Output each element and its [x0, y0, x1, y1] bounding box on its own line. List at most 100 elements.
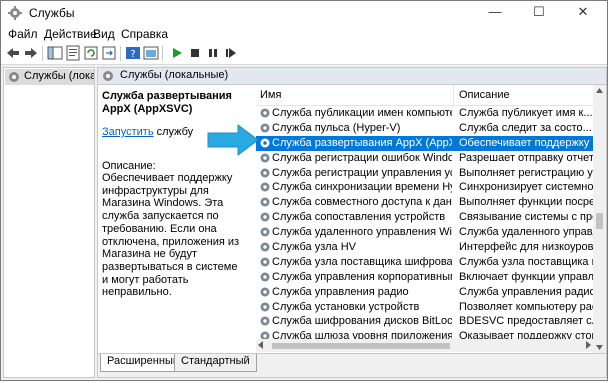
table-row[interactable]: Служба совместного доступа к данным Выпол… — [256, 195, 593, 210]
table-row[interactable]: Служба установки устройств Позволяет комп… — [256, 300, 593, 315]
table-row[interactable]: Служба управления корпоративными пр... Вк… — [256, 270, 593, 285]
service-name: Служба установки устройств — [272, 300, 420, 313]
toolbar-separator — [162, 46, 163, 61]
gear-icon — [260, 153, 270, 163]
service-name: Служба управления радио — [272, 285, 409, 298]
table-row[interactable]: Служба удаленного управления Windows... С… — [256, 225, 593, 240]
table-row[interactable]: Служба пульса (Hyper-V) Служба следит за … — [256, 121, 593, 136]
service-description: Обеспечивает поддержку ин... — [459, 136, 593, 149]
mmc-icon[interactable] — [143, 45, 159, 61]
scroll-left-icon[interactable] — [258, 341, 263, 349]
menu-help[interactable]: Справка — [121, 27, 168, 41]
service-description: Выполняет регистрацию ус... — [459, 166, 593, 179]
service-name: Служба развертывания AppX (AppXSVC) — [272, 136, 452, 149]
column-description-header[interactable]: Описание — [459, 89, 510, 101]
table-row[interactable]: Служба управления радио Служба управления… — [256, 285, 593, 300]
menu-view[interactable]: Вид — [93, 27, 115, 41]
restart-icon[interactable] — [223, 45, 239, 61]
table-row[interactable]: Служба регистрации управления устрой... В… — [256, 166, 593, 181]
service-name: Служба удаленного управления Windows... — [272, 226, 452, 239]
horizontal-scroll-thumb[interactable] — [272, 343, 450, 349]
service-description: Разрешает отправку отчето... — [459, 151, 593, 164]
table-row[interactable]: Служба узла HV Интерфейс для низкоуровн..… — [256, 240, 593, 255]
service-title: Служба развертывания AppX (AppXSVC) — [102, 90, 232, 115]
menu-action[interactable]: Действие — [44, 27, 97, 41]
gear-icon — [260, 138, 270, 148]
tab-standard[interactable]: Стандартный — [174, 354, 257, 372]
service-description: Служба удаленного управл... — [459, 226, 593, 239]
service-description: Синхронизирует системно... — [459, 181, 593, 194]
services-window: Службы — ☐ ✕ Файл Действие Вид Справка ?… — [0, 0, 608, 381]
gear-icon — [260, 168, 270, 178]
menu-file[interactable]: Файл — [8, 27, 38, 41]
service-name: Служба регистрации ошибок Windows — [272, 151, 452, 164]
scroll-right-icon[interactable] — [586, 341, 591, 349]
description-caption: Описание: — [102, 160, 156, 172]
pause-icon[interactable] — [205, 45, 221, 61]
service-description: Позволяет компьютеру рас... — [459, 300, 593, 313]
service-name: Служба совместного доступа к данным — [272, 196, 452, 209]
gear-icon — [260, 257, 270, 267]
help-icon[interactable]: ? — [125, 45, 141, 61]
panel-header: Службы (локальные) — [98, 68, 606, 85]
gear-icon — [260, 287, 270, 297]
toolbar-separator — [120, 46, 121, 61]
properties-icon[interactable] — [65, 45, 81, 61]
service-description: Выполняет функции посред... — [459, 196, 593, 209]
table-row[interactable]: Служба развертывания AppX (AppXSVC) Обесп… — [256, 135, 593, 151]
stop-icon[interactable] — [187, 45, 203, 61]
toolbar: ? — [1, 44, 607, 65]
scroll-up-icon[interactable] — [596, 88, 603, 93]
gear-icon — [260, 212, 270, 222]
table-row[interactable]: Служба сопоставления устройств Связывание… — [256, 210, 593, 225]
close-button[interactable]: ✕ — [561, 1, 605, 25]
services-panel: Службы (локальные) Служба развертывания … — [97, 67, 607, 378]
refresh-icon[interactable] — [83, 45, 99, 61]
horizontal-scrollbar[interactable] — [256, 339, 593, 352]
title-bar: Службы — ☐ ✕ — [1, 1, 607, 25]
start-row: Запустить службу — [102, 126, 193, 138]
services-app-icon — [8, 6, 22, 20]
export-icon[interactable] — [101, 45, 117, 61]
vertical-scrollbar[interactable] — [593, 85, 606, 353]
show-tree-icon[interactable] — [47, 45, 63, 61]
tree-item-label: Службы (локалы — [24, 70, 94, 82]
maximize-button[interactable]: ☐ — [517, 1, 561, 25]
gear-icon — [260, 302, 270, 312]
list-header: Имя Описание — [256, 85, 593, 106]
service-description: BDESVC предоставляет служ... — [459, 315, 593, 328]
play-icon[interactable] — [169, 45, 185, 61]
view-tabs: Расширенный Стандартный — [98, 353, 606, 377]
gear-icon — [260, 197, 270, 207]
description-text: Обеспечивает поддержку инфраструктуры дл… — [102, 172, 240, 299]
service-description: Служба публикует имя к... — [459, 107, 593, 119]
toolbar-separator — [42, 46, 43, 61]
column-name-header[interactable]: Имя — [260, 89, 281, 101]
back-icon[interactable] — [5, 45, 21, 61]
table-row[interactable]: Служба синхронизации времени Hyper-V Синх… — [256, 180, 593, 195]
gear-icon — [260, 242, 270, 252]
tree-item-services-local[interactable]: Службы (локалы — [5, 69, 94, 85]
table-row[interactable]: Служба шифрования дисков BitLocker BDESVC… — [256, 314, 593, 329]
service-name: Служба шифрования дисков BitLocker — [272, 315, 452, 328]
services-list: Имя Описание Служба публикации имен комп… — [256, 85, 593, 353]
minimize-button[interactable]: — — [473, 1, 517, 25]
table-row[interactable]: Служба публикации имен компьютеров ... Сл… — [256, 106, 593, 121]
scroll-down-icon[interactable] — [596, 345, 603, 350]
window-title: Службы — [29, 6, 75, 20]
gear-icon — [260, 272, 270, 282]
service-name: Служба сопоставления устройств — [272, 211, 446, 224]
start-service-link[interactable]: Запустить — [102, 126, 154, 138]
gear-icon — [260, 182, 270, 192]
table-row[interactable]: Служба регистрации ошибок Windows Разреша… — [256, 151, 593, 166]
gear-icon — [260, 227, 270, 237]
vertical-scroll-thumb[interactable] — [596, 213, 603, 229]
service-description: Включает функции управле... — [459, 270, 593, 283]
table-row[interactable]: Служба узла поставщика шифрования W... Сл… — [256, 255, 593, 270]
column-separator[interactable] — [453, 85, 454, 105]
gear-icon — [260, 123, 270, 133]
service-name: Служба узла поставщика шифрования W... — [272, 255, 452, 268]
tree-pane: Службы (локалы — [3, 67, 95, 378]
service-description: Интерфейс для низкоуровн... — [459, 241, 593, 254]
forward-icon[interactable] — [23, 45, 39, 61]
